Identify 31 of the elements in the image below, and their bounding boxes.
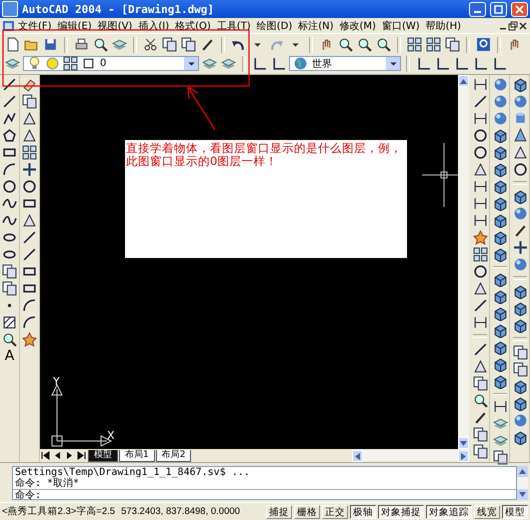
layout-tab[interactable]: 模型 [88, 450, 118, 462]
status-toggle[interactable]: 正交 [322, 504, 348, 518]
drawing-canvas[interactable]: 直接学着物体，看图层窗口显示的是什么图层，例，此图窗口显示的0图层一样！ Y X [40, 75, 458, 449]
annotation-text: 直接学着物体，看图层窗口显示的是什么图层，例，此图窗口显示的0图层一样！ [126, 142, 403, 168]
layout-tab[interactable]: 布局1 [119, 450, 155, 462]
status-toggle[interactable]: 栅格 [294, 504, 320, 518]
status-toggle[interactable]: 模型 [502, 504, 528, 518]
status-text: <燕秀工具箱2.3>字高=2.5 [2, 505, 116, 518]
window-title: AutoCAD 2004 - [Drawing1.dwg] [22, 2, 216, 16]
command-history-line: 命令: *取消* [14, 478, 80, 489]
x-axis-label: X [107, 429, 115, 442]
status-toggle[interactable]: 对象追踪 [426, 504, 472, 518]
status-toggle[interactable]: 捕捉 [266, 504, 292, 518]
status-toggle[interactable]: 线宽 [474, 504, 500, 518]
text-tool-button[interactable]: A [4, 349, 14, 364]
cursor-coordinates: 573.2403, 837.8498, 0.0000 [121, 506, 241, 517]
ucs-dropdown[interactable]: 世界 [289, 56, 401, 71]
status-toggle[interactable]: 对象捕捉 [378, 504, 424, 518]
menu-item[interactable]: 绘图(D) [254, 18, 296, 32]
status-toggle[interactable]: 极轴 [350, 504, 376, 518]
menu-item[interactable]: 窗口(W) [378, 18, 423, 32]
layout-tab[interactable]: 布局2 [156, 450, 192, 462]
layer-dropdown[interactable]: 0 [23, 56, 199, 71]
menu-item[interactable]: 帮助(H) [422, 18, 464, 32]
command-input[interactable]: 命令: [13, 489, 516, 501]
menu-item[interactable]: 编辑(E) [54, 18, 95, 32]
menu-item[interactable]: 格式(O) [172, 18, 214, 32]
y-axis-label: Y [53, 375, 60, 388]
menu-item[interactable]: 标注(N) [295, 18, 337, 32]
menu-item[interactable]: 修改(M) [336, 18, 379, 32]
command-history-line: Settings\Temp\Drawing1_1_1_8467.sv$ ... [14, 467, 251, 478]
